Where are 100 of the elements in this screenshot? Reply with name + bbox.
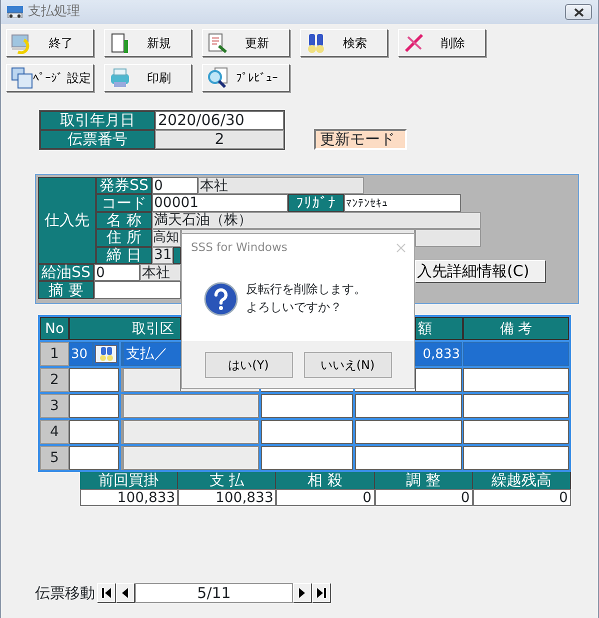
total-value: 100,833 (80, 489, 178, 506)
input-field[interactable] (261, 420, 353, 444)
input-field[interactable] (94, 281, 181, 299)
input-field[interactable] (355, 446, 462, 470)
question-icon (204, 282, 238, 316)
row-number: 5 (40, 446, 69, 470)
first-icon (101, 587, 112, 600)
input-field[interactable]: 0 (152, 177, 198, 194)
total-value: 0 (472, 489, 571, 506)
field-value: 2 (155, 130, 284, 149)
input-field[interactable] (415, 368, 462, 392)
toolbar-button[interactable]: ﾍﾟｰｼﾞ 設定 (6, 64, 94, 92)
previous-button[interactable] (116, 583, 135, 604)
toolbar-button[interactable]: 終了 (6, 29, 94, 57)
column-header: 繰越残高 (472, 472, 571, 489)
toolbar-button[interactable]: 新規 (104, 29, 192, 57)
binoculars-icon (305, 32, 327, 54)
mode-indicator: 更新モード (314, 129, 407, 150)
field-label: 仕入先 (38, 177, 96, 264)
field-label: 名 称 (96, 212, 152, 230)
input-field[interactable] (463, 446, 569, 470)
input-field[interactable] (261, 446, 353, 470)
column-header: 備 考 (463, 317, 569, 340)
field-label: 締 日 (96, 246, 152, 264)
binoculars-icon (95, 345, 117, 363)
window-title: 支払処理 (28, 3, 80, 22)
dialog-button[interactable]: いいえ(N) (304, 352, 392, 378)
input-field[interactable] (355, 394, 462, 418)
input-field[interactable] (463, 342, 569, 366)
row-number: 1 (40, 342, 69, 366)
document-pen-icon (207, 32, 229, 54)
last-button[interactable] (312, 583, 331, 604)
input-field[interactable]: 0 (94, 264, 140, 282)
total-value: 0 (374, 489, 473, 506)
row-number: 4 (40, 420, 69, 444)
column-header: No (40, 317, 69, 340)
pages-icon (11, 67, 33, 89)
close-button[interactable] (565, 4, 592, 20)
table-cell: 支払／ (121, 342, 181, 366)
column-header: 支 払 (178, 472, 276, 489)
detail-button[interactable]: 入先詳細情報(C) (415, 260, 546, 283)
input-field[interactable]: 00001 (152, 194, 288, 212)
column-header: 取引区 (69, 317, 181, 340)
app-icon (7, 6, 23, 18)
navigator-label: 伝票移動 (35, 583, 95, 604)
row-number: 3 (40, 394, 69, 418)
input-field[interactable]: 30 (69, 342, 93, 366)
input-field[interactable]: 2020/06/30 (155, 111, 284, 130)
input-field[interactable] (463, 368, 569, 392)
last-icon (316, 587, 327, 600)
printer-icon (109, 67, 131, 89)
input-field[interactable] (69, 446, 119, 470)
toolbar-button[interactable]: 検索 (300, 29, 388, 57)
column-header: 相 殺 (276, 472, 375, 489)
record-position: 5/11 (135, 583, 293, 604)
field-value: 31 (152, 246, 173, 264)
input-field[interactable] (463, 420, 569, 444)
close-icon (574, 8, 584, 16)
column-header: 額 (415, 317, 463, 340)
close-icon (396, 243, 406, 253)
row-number: 2 (40, 368, 69, 392)
dialog-message: よろしいですか？ (246, 298, 343, 316)
input-field[interactable] (463, 394, 569, 418)
next-button[interactable] (293, 583, 312, 604)
input-field[interactable]: 0,833 (415, 342, 462, 366)
previous-icon (120, 587, 131, 600)
total-value: 100,833 (178, 489, 276, 506)
field-label: 住 所 (96, 229, 152, 247)
total-value: 0 (276, 489, 375, 506)
dialog-button[interactable]: はい(Y) (204, 352, 292, 378)
label-cell (173, 246, 181, 264)
input-field[interactable] (355, 420, 462, 444)
field-value: 高知 (152, 229, 181, 247)
toolbar-button[interactable]: 削除 (398, 29, 486, 57)
field-label: 摘 要 (38, 281, 94, 299)
toolbar-button[interactable]: 更新 (202, 29, 290, 57)
field-label: ﾌﾘｶﾞﾅ (288, 194, 344, 212)
input-field[interactable] (261, 394, 353, 418)
field-label: 伝票番号 (40, 130, 155, 149)
notebook-icon (109, 32, 131, 54)
first-button[interactable] (97, 583, 116, 604)
input-field[interactable] (69, 394, 119, 418)
field-label: コード (96, 194, 152, 212)
lookup-button[interactable] (93, 342, 119, 366)
field-label: 発券SS (96, 177, 152, 194)
field-value: 本社 (140, 264, 181, 282)
dialog-message: 反転行を削除します。 (246, 281, 366, 298)
dialog-title: SSS for Windows (191, 239, 288, 256)
input-field[interactable]: ﾏﾝﾃﾝｾｷｭ (344, 194, 461, 212)
toolbar-button[interactable]: ﾌﾟﾚﾋﾞｭｰ (202, 64, 290, 92)
input-field[interactable] (69, 368, 119, 392)
column-header: 調 整 (374, 472, 473, 489)
magnifier-icon (207, 67, 229, 89)
field-label: 取引年月日 (40, 111, 155, 130)
input-field[interactable] (69, 420, 119, 444)
field-label: 給油SS (38, 264, 94, 282)
toolbar-button[interactable]: 印刷 (104, 64, 192, 92)
field-value: 本社 (198, 177, 364, 194)
field-value: 満天石油（株） (152, 212, 481, 230)
cross-icon (403, 32, 425, 54)
